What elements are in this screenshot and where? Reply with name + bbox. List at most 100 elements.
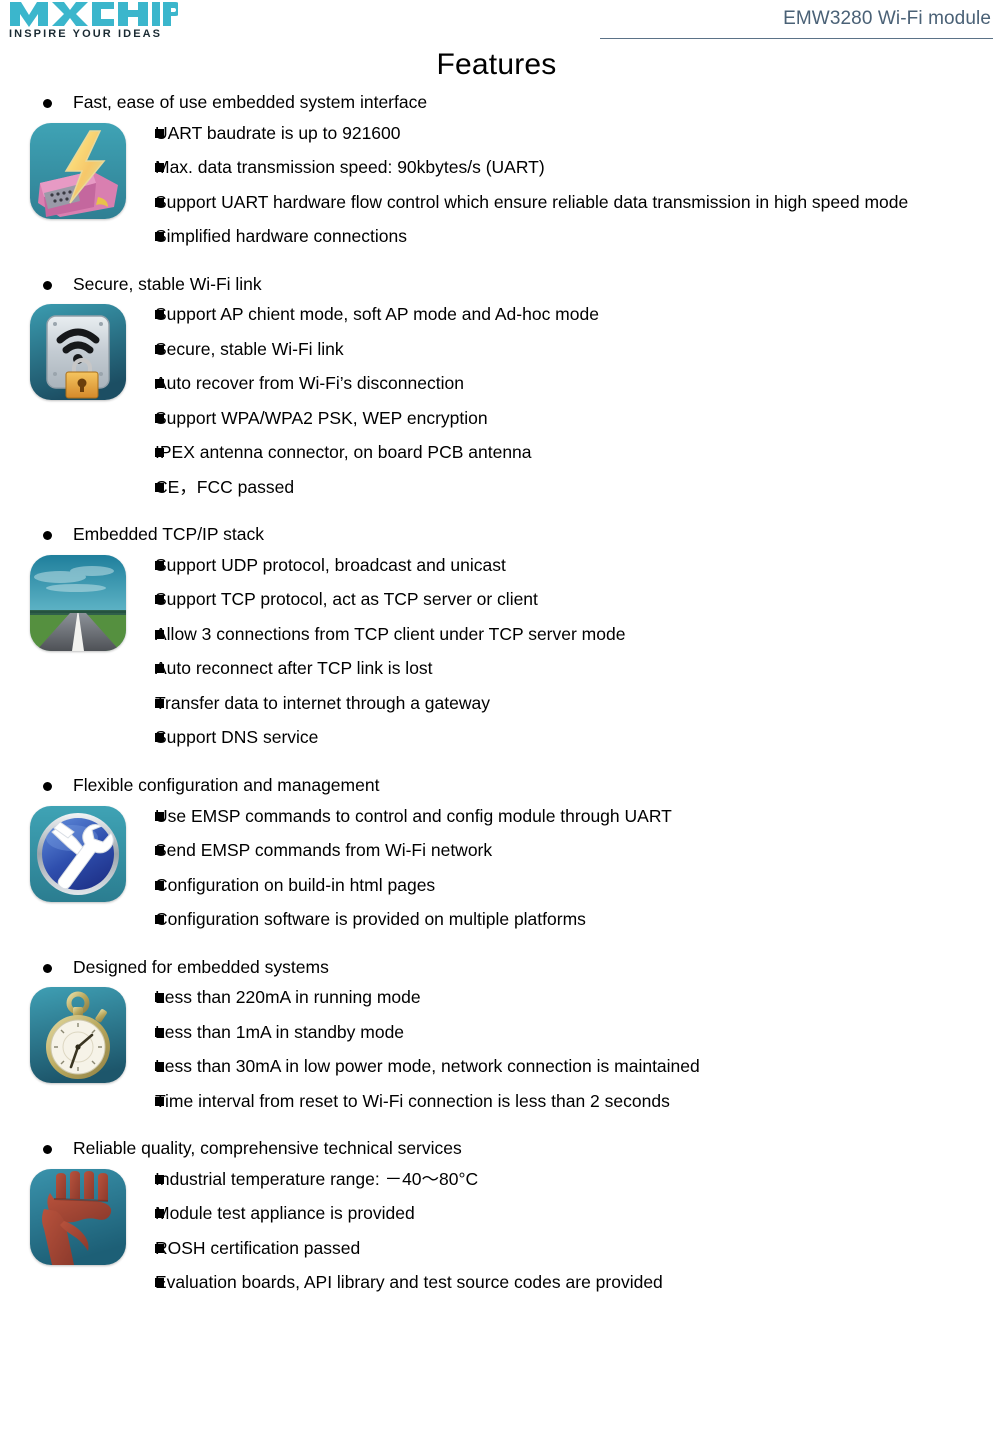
list-item: Auto reconnect after TCP link is lost	[155, 656, 991, 681]
list-item-label: Less than 1mA in standby mode	[155, 1021, 405, 1042]
round-bullet-icon	[43, 963, 52, 973]
section-heading-label: Flexible configuration and management	[73, 774, 380, 795]
section-items: Industrial temperature range: －40～80°C M…	[155, 1167, 993, 1295]
list-item: ROSH certification passed	[155, 1236, 991, 1261]
list-item-label: Use EMSP commands to control and config …	[155, 805, 672, 826]
feature-section: Designed for embedded systems Less than …	[0, 956, 993, 1114]
list-item: Send EMSP commands from Wi-Fi network	[155, 838, 991, 863]
list-item: Max. data transmission speed: 90kbytes/s…	[155, 155, 991, 180]
section-body: Support UDP protocol, broadcast and unic…	[0, 553, 993, 750]
section-heading-label: Fast, ease of use embedded system interf…	[73, 92, 428, 112]
list-item-label: Secure, stable Wi-Fi link	[155, 338, 344, 359]
list-item-label: Max. data transmission speed: 90kbytes/s…	[155, 157, 545, 178]
list-item-label: ROSH certification passed	[155, 1237, 361, 1258]
section-heading: Embedded TCP/IP stack	[0, 523, 993, 547]
list-item-label: Simplified hardware connections	[155, 226, 407, 247]
list-item-label: Less than 220mA in running mode	[155, 987, 421, 1008]
mxchip-logo: INSPIRE YOUR IDEAS	[8, 0, 178, 40]
section-heading-label: Designed for embedded systems	[73, 956, 329, 977]
section-items: Support AP chient mode, soft AP mode and…	[155, 302, 993, 499]
list-item: Less than 1mA in standby mode	[155, 1020, 991, 1045]
section-heading: Flexible configuration and management	[0, 774, 993, 798]
list-item-label: Module test appliance is provided	[155, 1203, 415, 1224]
list-item-label: Configuration on build-in html pages	[155, 874, 436, 895]
list-item: Allow 3 connections from TCP client unde…	[155, 622, 991, 647]
section-heading: Reliable quality, comprehensive technica…	[0, 1137, 993, 1161]
section-body: UART baudrate is up to 921600 Max. data …	[0, 121, 993, 249]
section-body: Industrial temperature range: －40～80°C M…	[0, 1167, 993, 1295]
round-bullet-icon	[43, 99, 52, 108]
section-heading-label: Embedded TCP/IP stack	[73, 524, 264, 545]
section-items: Less than 220mA in running mode Less tha…	[155, 985, 993, 1113]
feature-section: Reliable quality, comprehensive technica…	[0, 1137, 993, 1295]
list-item-label: Less than 30mA in low power mode, networ…	[155, 1056, 700, 1077]
feature-section: Secure, stable Wi-Fi link Support AP chi…	[0, 273, 993, 500]
list-item: CE，FCC passed	[155, 475, 991, 500]
section-heading: Secure, stable Wi-Fi link	[0, 273, 993, 297]
list-item-label: Support WPA/WPA2 PSK, WEP encryption	[155, 407, 488, 428]
header-divider	[600, 38, 993, 39]
list-item-label: Support DNS service	[155, 727, 319, 748]
list-item-label: Configuration software is provided on mu…	[155, 909, 586, 929]
list-item-label: Support TCP protocol, act as TCP server …	[155, 589, 538, 610]
list-item-label: Time interval from reset to Wi-Fi connec…	[155, 1090, 670, 1111]
list-item: Configuration on build-in html pages	[155, 873, 991, 898]
feature-section: Flexible configuration and management Us…	[0, 774, 993, 932]
list-item: Transfer data to internet through a gate…	[155, 691, 991, 716]
list-item-label: Send EMSP commands from Wi-Fi network	[155, 840, 493, 860]
list-item-label: Support AP chient mode, soft AP mode and…	[155, 304, 599, 325]
list-item-label: IPEX antenna connector, on board PCB ant…	[155, 442, 532, 463]
section-items: Use EMSP commands to control and config …	[155, 804, 993, 932]
section-body: Support AP chient mode, soft AP mode and…	[0, 302, 993, 499]
list-item-label: CE，FCC passed	[155, 476, 295, 497]
mxchip-logo-mark: INSPIRE YOUR IDEAS	[9, 2, 178, 40]
list-item: Support UART hardware flow control which…	[155, 190, 991, 215]
list-item-label: UART baudrate is up to 921600	[155, 122, 401, 143]
section-body: Less than 220mA in running mode Less tha…	[0, 985, 993, 1113]
round-bullet-icon	[43, 280, 52, 290]
product-title: EMW3280 Wi-Fi module	[783, 8, 991, 29]
section-body: Use EMSP commands to control and config …	[0, 804, 993, 932]
list-item: Time interval from reset to Wi-Fi connec…	[155, 1089, 991, 1114]
raised-fist-icon	[29, 1168, 126, 1265]
list-item: Support DNS service	[155, 725, 991, 750]
section-items: Support UDP protocol, broadcast and unic…	[155, 553, 993, 750]
list-item: Support AP chient mode, soft AP mode and…	[155, 302, 991, 327]
list-item: Support WPA/WPA2 PSK, WEP encryption	[155, 406, 991, 431]
section-heading: Fast, ease of use embedded system interf…	[0, 91, 993, 115]
list-item: Configuration software is provided on mu…	[155, 907, 991, 932]
list-item: Evaluation boards, API library and test …	[155, 1270, 991, 1295]
list-item-label: Industrial temperature range: －40～80°C	[155, 1168, 479, 1189]
serial-port-lightning-icon	[29, 122, 126, 219]
list-item: Support UDP protocol, broadcast and unic…	[155, 553, 991, 578]
section-icon-col	[0, 553, 155, 651]
section-icon-col	[0, 1167, 155, 1265]
section-items: UART baudrate is up to 921600 Max. data …	[155, 121, 993, 249]
list-item: UART baudrate is up to 921600	[155, 121, 991, 146]
list-item-label: Allow 3 connections from TCP client unde…	[155, 623, 626, 644]
page-title: Features	[436, 48, 557, 81]
hammer-wrench-tools-icon	[29, 805, 126, 902]
section-heading-label: Secure, stable Wi-Fi link	[73, 273, 262, 294]
list-item: Secure, stable Wi-Fi link	[155, 337, 991, 362]
list-item-label: Evaluation boards, API library and test …	[155, 1272, 663, 1293]
list-item: Less than 30mA in low power mode, networ…	[155, 1054, 991, 1079]
page-header: INSPIRE YOUR IDEAS EMW3280 Wi-Fi module	[0, 0, 993, 44]
section-heading: Designed for embedded systems	[0, 956, 993, 980]
list-item: Less than 220mA in running mode	[155, 985, 991, 1010]
round-bullet-icon	[43, 531, 52, 541]
list-item: Support TCP protocol, act as TCP server …	[155, 587, 991, 612]
section-icon-col	[0, 804, 155, 902]
stopwatch-icon	[29, 987, 126, 1084]
feature-section: Fast, ease of use embedded system interf…	[0, 91, 993, 249]
list-item: Industrial temperature range: －40～80°C	[155, 1167, 991, 1192]
list-item: Auto recover from Wi-Fi’s disconnection	[155, 371, 991, 396]
list-item: IPEX antenna connector, on board PCB ant…	[155, 440, 991, 465]
list-item: Simplified hardware connections	[155, 224, 991, 249]
round-bullet-icon	[43, 1145, 52, 1155]
road-horizon-icon	[29, 554, 126, 651]
section-icon-col	[0, 121, 155, 219]
section-heading-label: Reliable quality, comprehensive technica…	[73, 1138, 462, 1159]
features-content: Fast, ease of use embedded system interf…	[0, 81, 993, 1295]
round-bullet-icon	[43, 781, 52, 791]
